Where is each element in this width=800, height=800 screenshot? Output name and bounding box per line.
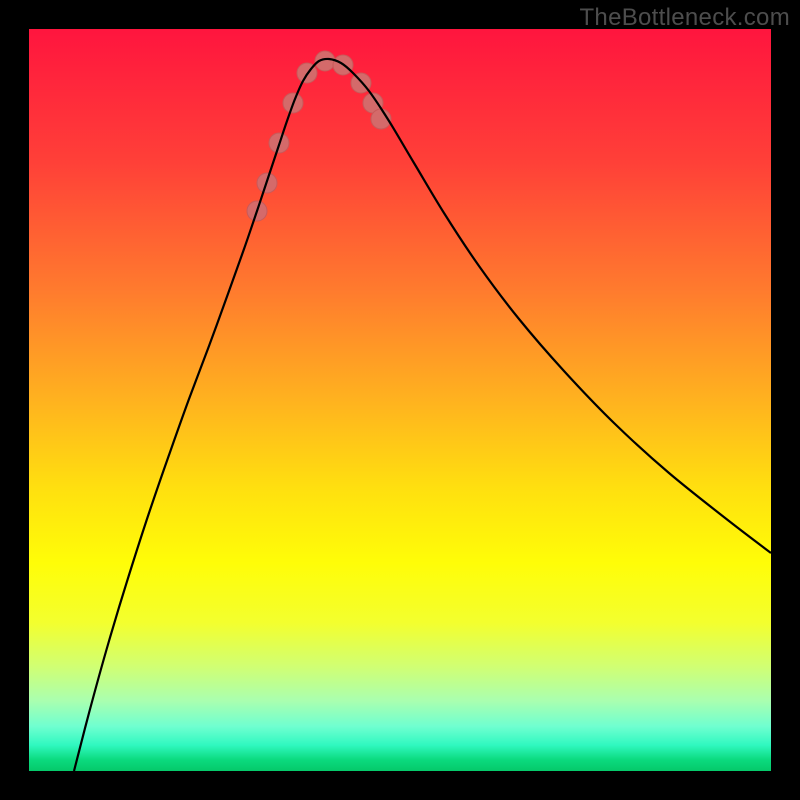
chart-svg — [29, 29, 771, 771]
plot-area — [29, 29, 771, 771]
watermark-text: TheBottleneck.com — [579, 4, 790, 32]
chart-frame: TheBottleneck.com — [0, 0, 800, 800]
